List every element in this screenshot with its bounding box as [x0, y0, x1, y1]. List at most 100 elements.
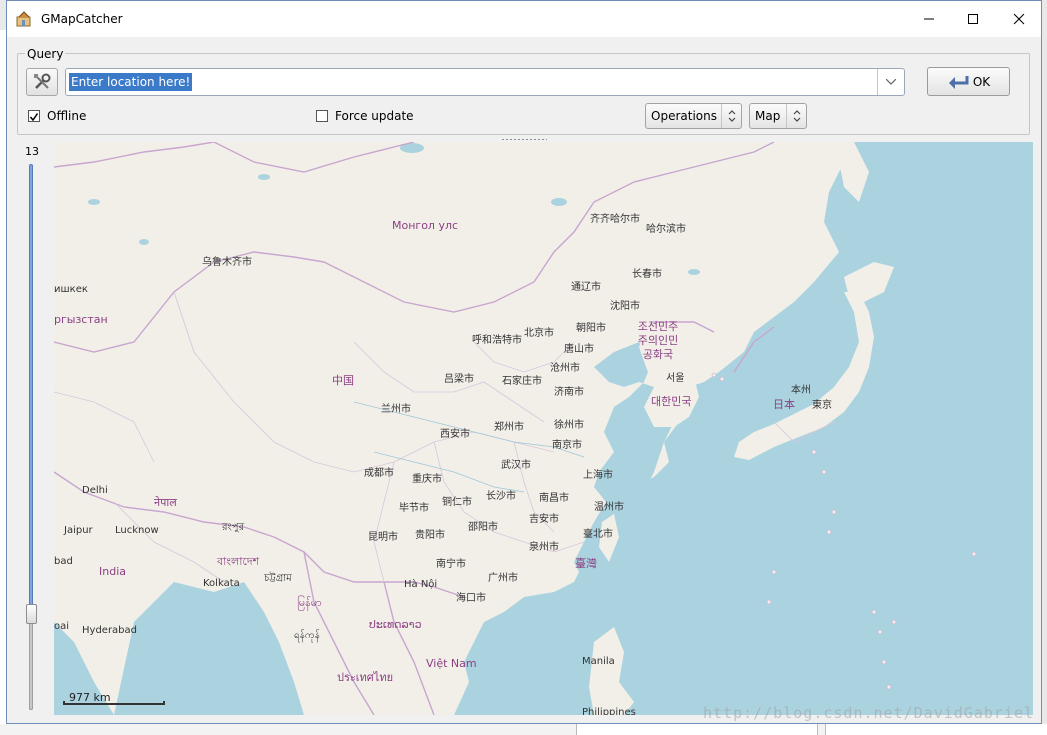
map-label-dprk: 조선민주주의인민공화국 [637, 320, 679, 361]
pane-resize-grip[interactable] [501, 138, 547, 141]
map-label-japan: 日本 [773, 398, 795, 411]
map-label-kyrgyzstan: ргызстан [54, 313, 108, 326]
map-label-wenzhou: 温州市 [594, 502, 624, 513]
map-label-bangladesh: বাংলাদেশ [217, 555, 260, 568]
map-label-chongqing: 重庆市 [412, 474, 442, 485]
map-label-tongren: 铜仁市 [442, 497, 472, 508]
location-input[interactable]: Enter location here! [69, 73, 193, 91]
maximize-icon [968, 14, 978, 24]
zoom-slider-handle[interactable] [26, 604, 37, 624]
map-label-changsha: 长沙市 [486, 491, 516, 502]
watermark: http://blog.csdn.net/DavidGabriel [703, 704, 1035, 722]
map-label-chengdu: 成都市 [364, 468, 394, 479]
map-label-yangon: ရန်ကုန် [294, 630, 320, 641]
map-label-tokyo: 東京 [812, 400, 832, 411]
map-label-vietnam: Việt Nam [426, 657, 477, 670]
zoom-slider-lower[interactable] [29, 616, 33, 710]
map-label-philippines: Philippines [582, 707, 636, 715]
query-frame-label: Query [25, 47, 66, 61]
map-base [54, 142, 1033, 715]
map-label-hanoi: Hà Nội [404, 579, 438, 590]
map-label-harbin: 哈尔滨市 [646, 224, 686, 235]
map-label-haikou: 海口市 [456, 593, 486, 604]
offline-checkbox[interactable] [28, 110, 40, 122]
map-scale-line [63, 701, 165, 705]
map-type-value: Map [755, 109, 781, 123]
map-label-tangshan: 唐山市 [564, 344, 594, 355]
location-dropdown-button[interactable] [877, 69, 904, 95]
map-label-luliang: 吕梁市 [444, 374, 474, 385]
minimize-button[interactable] [906, 1, 952, 37]
checkmark-icon [29, 113, 39, 122]
map-label-changchun: 长春市 [632, 269, 662, 280]
force-update-checkbox[interactable] [316, 110, 328, 122]
map-label-jian: 吉安市 [529, 514, 559, 525]
map-label-nanchang: 南昌市 [539, 493, 569, 504]
map-label-mongolia: Монгол улс [392, 219, 459, 232]
map-label-seoul: 서울 [666, 373, 685, 384]
map-type-spin-button[interactable] [786, 104, 806, 128]
background-app-bottom [0, 724, 1047, 735]
up-down-arrows-icon [728, 110, 735, 122]
force-update-label: Force update [335, 109, 414, 123]
map-label-kunming: 昆明市 [368, 532, 398, 543]
gmapcatcher-icon [16, 11, 31, 27]
map-label-taipei: 臺北市 [583, 529, 613, 540]
enter-arrow-icon [948, 75, 969, 89]
map-label-qiqihar: 齐齐哈尔市 [590, 214, 640, 225]
map-label-tongliao: 通辽市 [571, 282, 601, 293]
map-label-jaipur: Jaipur [64, 525, 93, 536]
map-label-manila: Manila [582, 656, 615, 667]
operations-spin-button[interactable] [721, 104, 741, 128]
chevron-down-icon [886, 79, 896, 85]
map-label-hohhot: 呼和浩特市 [472, 335, 522, 346]
map-label-rangpur: রংপুর [222, 522, 245, 533]
map-label-taiwan: 臺灣 [575, 557, 597, 570]
app-window: GMapCatcher Query Enter location here! O… [6, 0, 1042, 724]
map-label-shaoyang: 邵阳市 [468, 522, 498, 533]
map-label-myanmar: မြန်မာ [297, 596, 322, 609]
map-label-wuhan: 武汉市 [501, 460, 531, 471]
map-view[interactable]: Монгол улс 中国 乌鲁木齐市 齐齐哈尔市 哈尔滨市 长春市 通辽市 沈… [54, 142, 1033, 715]
background-panel-2 [825, 724, 1047, 735]
map-label-quanzhou: 泉州市 [529, 542, 559, 553]
minimize-icon [924, 18, 934, 20]
tools-button[interactable] [26, 68, 58, 96]
map-label-hyderabad: Hyderabad [82, 625, 137, 636]
location-combobox[interactable]: Enter location here! [65, 68, 905, 96]
map-label-bishkek: ишкек [54, 284, 88, 295]
map-label-lucknow: Lucknow [115, 525, 159, 536]
map-label-laos: ປະເທດລາວ [369, 618, 422, 631]
map-label-cangzhou: 沧州市 [550, 363, 580, 374]
map-label-shijiazhuang: 石家庄市 [502, 376, 542, 387]
tools-icon [34, 73, 51, 89]
map-label-korea: 대한민국 [651, 395, 692, 408]
map-label-shenyang: 沈阳市 [610, 301, 640, 312]
close-button[interactable] [996, 1, 1042, 37]
maximize-button[interactable] [950, 1, 996, 37]
map-label-bad: bad [54, 556, 73, 567]
map-label-nepal: नेपाल [154, 496, 177, 509]
map-label-beijing: 北京市 [524, 328, 554, 339]
map-label-guiyang: 贵阳市 [415, 530, 445, 541]
map-label-xuzhou: 徐州市 [554, 420, 584, 431]
title-bar: GMapCatcher [7, 1, 1041, 37]
map-label-chaoyang: 朝阳市 [576, 323, 606, 334]
background-panel [576, 724, 818, 735]
map-label-lanzhou: 兰州市 [381, 404, 411, 415]
map-label-chittagong: চট্টগ্রাম [264, 573, 292, 584]
map-label-bijie: 毕节市 [399, 503, 429, 514]
close-icon [1013, 13, 1025, 25]
map-type-select[interactable]: Map [749, 103, 807, 129]
map-label-thailand: ประเทศไทย [337, 671, 394, 684]
operations-select[interactable]: Operations [645, 103, 742, 129]
map-label-india: India [99, 565, 126, 578]
ok-label: OK [972, 74, 991, 89]
map-label-nanjing: 南京市 [552, 440, 582, 451]
map-label-china: 中国 [332, 374, 354, 387]
map-label-zhengzhou: 郑州市 [494, 422, 524, 433]
ok-button[interactable]: OK [927, 67, 1010, 96]
map-label-xian: 西安市 [440, 429, 470, 440]
map-label-shanghai: 上海市 [583, 470, 613, 481]
window-title: GMapCatcher [41, 12, 123, 26]
